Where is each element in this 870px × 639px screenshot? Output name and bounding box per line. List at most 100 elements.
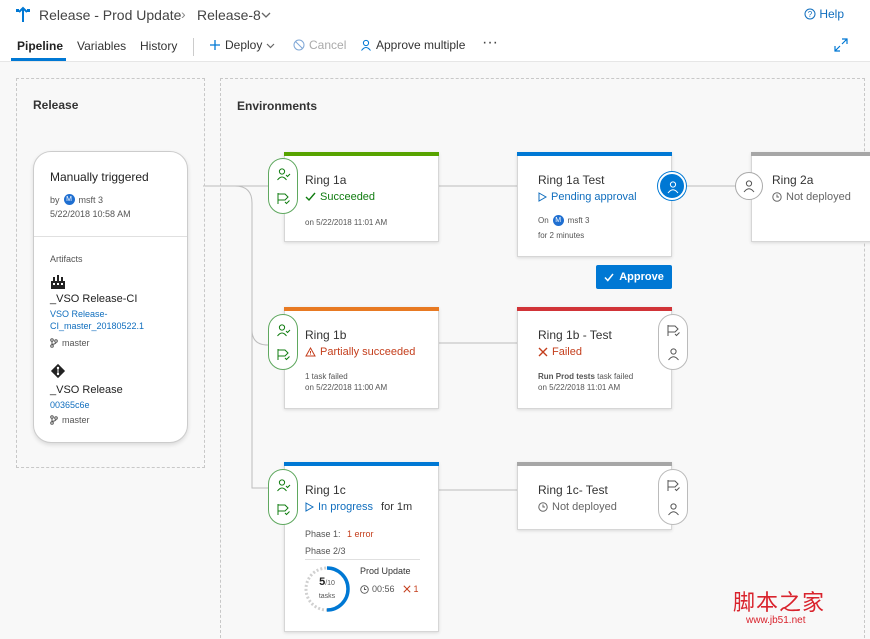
by-label: by xyxy=(50,194,60,205)
check-icon xyxy=(305,192,316,202)
progress-unit: tasks xyxy=(318,593,336,600)
job-errors: 1 xyxy=(413,584,419,594)
divider xyxy=(305,559,420,560)
env-detail: Run Prod tests task failed xyxy=(538,371,633,382)
more-actions-icon[interactable]: ··· xyxy=(482,34,498,52)
release-card[interactable]: Manually triggered by M msft 3 5/22/2018… xyxy=(33,151,188,443)
env-status-text: In progress xyxy=(318,501,374,513)
env-name: Ring 1c xyxy=(305,483,346,497)
chevron-down-icon[interactable] xyxy=(261,11,271,19)
deploy-button[interactable]: Deploy xyxy=(209,38,275,52)
tab-pipeline[interactable]: Pipeline xyxy=(17,39,63,53)
artifact-version-link[interactable]: CI_master_20180522.1 xyxy=(50,320,144,332)
conditions-pill[interactable] xyxy=(268,469,298,525)
pre-deployment-approver-button[interactable] xyxy=(735,172,763,200)
svg-text:?: ? xyxy=(808,10,813,19)
post-deployment-approver-button[interactable] xyxy=(658,172,686,200)
play-icon xyxy=(538,192,547,202)
env-ring-1a-test[interactable]: Ring 1a Test Pending approval On M msft … xyxy=(517,152,672,257)
clock-icon xyxy=(772,192,782,202)
failed-task-name: Run Prod tests xyxy=(538,372,595,381)
person-icon xyxy=(668,348,679,361)
env-status-text: Partially succeeded xyxy=(320,346,416,358)
artifact-name: _VSO Release-CI xyxy=(50,293,138,305)
help-link[interactable]: ? Help xyxy=(804,7,844,21)
env-name: Ring 1a xyxy=(305,173,347,187)
watermark-url: www.jb51.net xyxy=(746,615,806,626)
gates-icon xyxy=(277,193,290,205)
tab-history[interactable]: History xyxy=(140,39,177,53)
git-icon xyxy=(50,363,66,379)
progress-total: /10 xyxy=(325,580,335,587)
approve-button[interactable]: Approve xyxy=(596,265,672,289)
approve-multiple-button[interactable]: Approve multiple xyxy=(360,38,465,52)
env-detail: On M msft 3 xyxy=(538,215,589,226)
post-conditions-pill[interactable] xyxy=(658,469,688,525)
gates-icon xyxy=(277,504,290,516)
warning-icon xyxy=(305,347,316,357)
x-icon xyxy=(402,585,411,593)
x-icon xyxy=(538,347,548,357)
env-ring-2a[interactable]: Ring 2a Not deployed xyxy=(751,152,870,242)
env-ring-1c[interactable]: Ring 1c In progress for 1m Phase 1: 1 er… xyxy=(284,462,439,632)
clock-icon xyxy=(538,502,548,512)
status-bar xyxy=(517,462,672,466)
tab-variables[interactable]: Variables xyxy=(77,39,126,53)
environments-panel-title: Environments xyxy=(237,99,318,113)
pre-deployment-approvers-icon xyxy=(277,324,291,337)
progress-label: 5/10 tasks xyxy=(301,576,353,602)
env-detail: 1 task failed xyxy=(305,372,348,381)
cancel-button[interactable]: Cancel xyxy=(293,38,346,52)
approve-multiple-label: Approve multiple xyxy=(376,38,466,52)
env-status: Not deployed xyxy=(538,501,617,513)
artifact-name: _VSO Release xyxy=(50,384,123,396)
expand-icon[interactable] xyxy=(834,38,848,52)
phase-error: 1 error xyxy=(347,529,374,539)
conditions-pill[interactable] xyxy=(268,314,298,370)
breadcrumb-pipeline[interactable]: Release - Prod Update xyxy=(39,7,181,23)
env-status-text: Succeeded xyxy=(320,191,376,203)
conditions-pill[interactable] xyxy=(268,158,298,214)
release-datetime: 5/22/2018 10:58 AM xyxy=(50,209,131,219)
phase-1-row: Phase 1: 1 error xyxy=(305,529,374,539)
divider xyxy=(34,236,187,237)
env-ring-1a[interactable]: Ring 1a Succeeded on 5/22/2018 11:01 AM xyxy=(284,152,439,242)
release-user: msft 3 xyxy=(78,194,104,205)
env-ring-1b[interactable]: Ring 1b Partially succeeded 1 task faile… xyxy=(284,307,439,409)
failed-task-text: task failed xyxy=(594,372,634,381)
env-status-text: Pending approval xyxy=(551,191,637,203)
branch-icon xyxy=(50,415,58,425)
toolbar: Pipeline Variables History Deploy Cancel… xyxy=(0,30,870,62)
person-icon xyxy=(667,181,679,194)
breadcrumb-release[interactable]: Release-8 xyxy=(197,7,261,23)
env-name: Ring 1b xyxy=(305,328,347,342)
env-status: Not deployed xyxy=(772,191,851,203)
release-trigger: Manually triggered xyxy=(50,170,149,184)
env-status-text: Not deployed xyxy=(552,501,617,513)
env-name: Ring 2a xyxy=(772,173,814,187)
artifact-branch: master xyxy=(50,415,90,425)
check-icon xyxy=(604,273,614,282)
status-bar xyxy=(751,152,870,156)
toolbar-divider xyxy=(193,38,194,56)
env-detail: on 5/22/2018 11:01 AM xyxy=(305,218,388,227)
artifact-version-link[interactable]: VSO Release- xyxy=(50,308,108,320)
chevron-down-icon xyxy=(266,43,275,48)
env-name: Ring 1a Test xyxy=(538,173,605,187)
build-artifact-icon xyxy=(51,275,65,289)
env-duration: for 1m xyxy=(381,501,413,513)
gates-icon xyxy=(667,480,680,492)
post-conditions-pill[interactable] xyxy=(658,314,688,370)
person-icon xyxy=(743,180,755,193)
status-bar xyxy=(284,307,439,311)
env-status: In progress for 1m xyxy=(305,501,412,513)
env-status: Succeeded xyxy=(305,191,375,203)
active-tab-indicator xyxy=(11,58,66,61)
artifacts-label: Artifacts xyxy=(50,254,83,264)
env-ring-1b-test[interactable]: Ring 1b - Test Failed Run Prod tests tas… xyxy=(517,307,672,409)
phase-label: Phase 1: xyxy=(305,529,341,539)
env-ring-1c-test[interactable]: Ring 1c- Test Not deployed xyxy=(517,462,672,530)
artifact-version-link[interactable]: 00365c6e xyxy=(50,399,90,411)
watermark-text: 脚本之家 xyxy=(733,591,826,616)
status-bar xyxy=(284,152,439,156)
